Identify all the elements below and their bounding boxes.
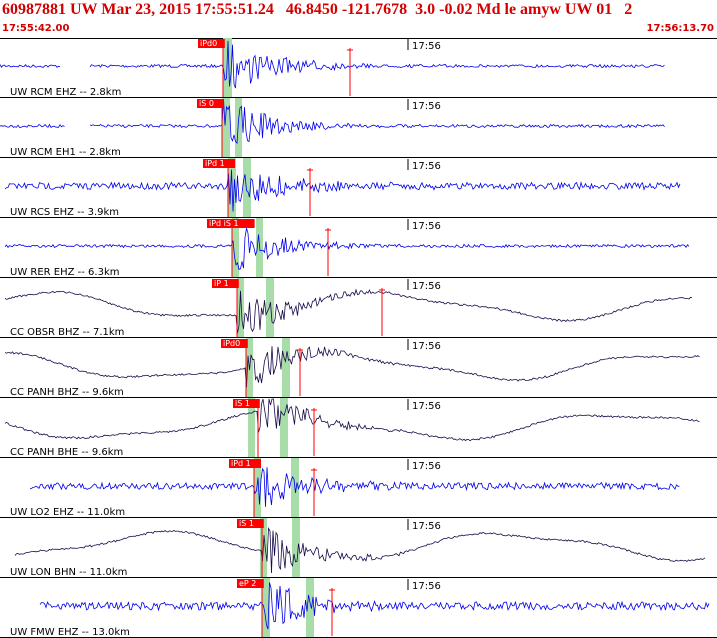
time-mark: 17:56 [412,461,441,472]
time-mark: 17:56 [412,341,441,352]
pick-label: eP 2 [239,579,256,588]
time-mark: 17:56 [412,101,441,112]
trace-row[interactable]: iPd 1 17:56 UW LO2 EHZ -- 11.0km [0,458,717,518]
waveform [4,169,681,212]
pick-label: iPd 1 [231,459,251,468]
pick-label: iS 1 [239,519,254,528]
trace-row[interactable]: iPd0 17:56 CC PANH BHZ -- 9.6km [0,338,717,398]
station-label: UW RCS EHZ -- 3.9km [10,207,119,218]
trace-row[interactable]: iS 1 17:56 UW LON BHN -- 11.0km [0,518,717,578]
pick-label: iP 1 [214,279,229,288]
waveform [0,40,665,89]
time-mark: 17:56 [412,521,441,532]
end-time: 17:56:13.70 [646,23,714,34]
station-label: UW LO2 EHZ -- 11.0km [10,507,125,518]
pick-label: iPd0 [223,339,240,348]
trace-row[interactable]: iS 1 17:56 CC PANH BHE -- 9.6km [0,398,717,458]
waveform [4,346,700,388]
trace-row[interactable]: iPd 1 17:56 UW RCS EHZ -- 3.9km [0,158,717,218]
seismogram-panel[interactable]: iPd0 17:56 UW RCM EHZ -- 2.8km iS 0 17:56 UW … [0,38,717,638]
waveform [4,228,690,270]
time-mark: 17:56 [412,161,441,172]
trace-row[interactable]: iPd0 17:56 UW RCM EHZ -- 2.8km [0,38,717,98]
waveform [29,467,680,507]
header-bar: 60987881 UW Mar 23, 2015 17:55:51.24 46.… [0,0,717,38]
station-label: UW LON BHN -- 11.0km [10,567,127,578]
waveform [0,98,665,145]
pick-window [243,158,251,218]
pick-window [266,278,274,338]
waveform [39,582,710,630]
station-label: UW FMW EHZ -- 13.0km [10,627,130,638]
station-label: UW RCM EH1 -- 2.8km [10,147,121,158]
time-mark: 17:56 [412,221,441,232]
station-label: UW RER EHZ -- 6.3km [10,267,119,278]
waveform [4,398,700,442]
station-label: CC OBSR BHZ -- 7.1km [10,327,124,338]
time-mark: 17:56 [412,281,441,292]
time-mark: 17:56 [412,401,441,412]
trace-row[interactable]: iS 0 17:56 UW RCM EH1 -- 2.8km [0,98,717,158]
pick-label: iPd iS 1 [209,219,239,228]
event-title: 60987881 UW Mar 23, 2015 17:55:51.24 46.… [2,1,633,18]
station-label: CC PANH BHZ -- 9.6km [10,387,124,398]
time-mark: 17:56 [412,41,441,52]
start-time: 17:55:42.00 [2,23,70,34]
trace-row[interactable]: iP 1 17:56 CC OBSR BHZ -- 7.1km [0,278,717,338]
station-label: CC PANH BHE -- 9.6km [10,447,123,458]
pick-label: iS 1 [235,399,250,408]
time-mark: 17:56 [412,581,441,592]
pick-window [280,398,288,458]
trace-row[interactable]: iPd iS 1 17:56 UW RER EHZ -- 6.3km [0,218,717,278]
pick-label: iPd0 [200,39,217,48]
trace-row[interactable]: eP 2 17:56 UW FMW EHZ -- 13.0km [0,578,717,638]
station-label: UW RCM EHZ -- 2.8km [10,87,121,98]
pick-label: iS 0 [199,99,214,108]
pick-window [282,338,290,398]
pick-label: iPd 1 [205,159,225,168]
